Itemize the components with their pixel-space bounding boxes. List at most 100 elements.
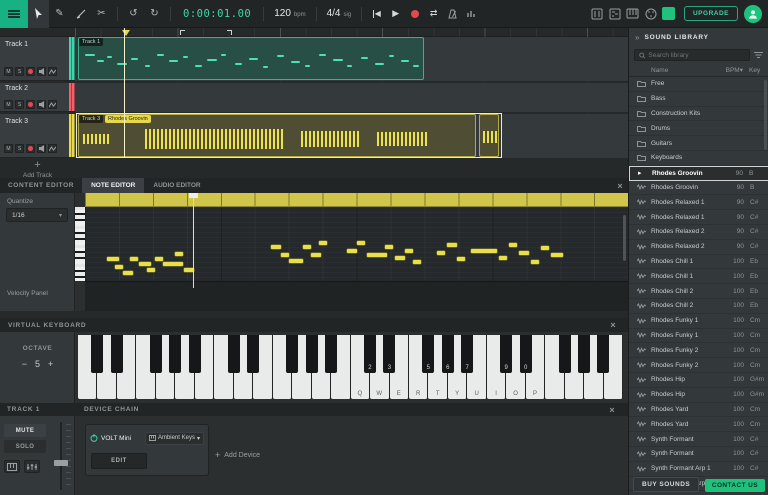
edit-device-button[interactable]: EDIT <box>91 453 147 469</box>
midi-note[interactable] <box>395 256 405 260</box>
piano-roll-keys[interactable] <box>75 207 85 281</box>
track-arm-button[interactable] <box>26 144 35 153</box>
library-sample-row[interactable]: Rhodes Funky 1 100 Cm <box>629 329 768 344</box>
track-solo-button[interactable]: S <box>15 67 24 76</box>
lane-track2[interactable] <box>75 83 628 112</box>
midi-note[interactable] <box>207 59 217 61</box>
piano-key-black[interactable] <box>286 335 298 373</box>
library-sample-row[interactable]: Rhodes Chill 2 100 Eb <box>629 299 768 314</box>
octave-down-button[interactable]: − <box>22 359 27 369</box>
library-sample-row[interactable]: Rhodes Yard 100 Cm <box>629 417 768 432</box>
track-monitor-button[interactable] <box>37 67 46 76</box>
track-header-2[interactable]: Track 2 M S <box>0 83 75 112</box>
midi-note[interactable] <box>281 253 289 257</box>
midi-note[interactable] <box>139 262 151 266</box>
library-sample-row[interactable]: Rhodes Relaxed 2 90 C# <box>629 225 768 240</box>
library-scrollbar[interactable] <box>764 80 767 150</box>
track-automation-button[interactable] <box>48 67 57 76</box>
track-automation-button[interactable] <box>48 144 57 153</box>
midi-note[interactable] <box>471 249 497 253</box>
piano-roll-ruler[interactable] <box>85 193 628 207</box>
fx-panel-button[interactable] <box>24 460 40 473</box>
midi-note[interactable] <box>357 241 365 245</box>
piano-roll[interactable] <box>75 193 628 311</box>
piano-key-black[interactable]: 6 <box>442 335 454 373</box>
loop-end-marker[interactable] <box>227 30 232 35</box>
play-icon[interactable]: ▸ <box>638 169 652 177</box>
midi-note[interactable] <box>367 253 387 257</box>
piano-key-black[interactable] <box>189 335 201 373</box>
editor-playhead-handle[interactable] <box>189 193 198 198</box>
library-folder-row[interactable]: Bass <box>629 92 768 107</box>
midi-note[interactable] <box>117 63 127 65</box>
midi-note[interactable] <box>131 58 138 60</box>
playhead[interactable] <box>124 28 125 158</box>
library-sample-row[interactable]: Synth Formant 100 C# <box>629 432 768 447</box>
editor-scrollbar[interactable] <box>623 215 626 261</box>
virtual-keyboard-button[interactable] <box>624 3 642 25</box>
midi-note[interactable] <box>319 241 327 245</box>
quantize-dropdown[interactable]: 1/16 ▾ <box>6 208 68 222</box>
library-folder-row[interactable]: Keyboards <box>629 151 768 166</box>
arrangement-ruler[interactable] <box>0 28 628 37</box>
library-sample-row-selected[interactable]: ▸ Rhodes Groovin 90 B <box>629 166 768 181</box>
piano-key-black[interactable]: 9 <box>500 335 512 373</box>
tab-audio-editor[interactable]: AUDIO EDITOR <box>144 178 209 193</box>
midi-note[interactable] <box>157 54 164 56</box>
metronome-button[interactable] <box>443 0 462 28</box>
library-folder-row[interactable]: Construction Kits <box>629 107 768 122</box>
library-sample-row[interactable]: Rhodes Chill 1 100 Eb <box>629 269 768 284</box>
mute-button[interactable]: MUTE <box>4 424 46 437</box>
library-sample-row[interactable]: Synth Formant Arp 1 100 C# <box>629 462 768 477</box>
library-sample-row[interactable]: Rhodes Yard 100 Cm <box>629 403 768 418</box>
midi-note[interactable] <box>509 243 517 247</box>
library-sample-row[interactable]: Rhodes Relaxed 2 90 C# <box>629 240 768 255</box>
mixer-panel-button[interactable] <box>588 3 606 25</box>
midi-note[interactable] <box>155 257 163 261</box>
library-sample-row[interactable]: Rhodes Relaxed 1 90 C# <box>629 210 768 225</box>
solo-button[interactable]: SOLO <box>4 440 46 453</box>
midi-note[interactable] <box>163 262 183 266</box>
menu-button[interactable] <box>0 0 28 28</box>
midi-note[interactable] <box>375 63 384 65</box>
track-arm-button[interactable] <box>26 100 35 109</box>
pencil-tool-button[interactable]: ✎ <box>49 0 70 28</box>
column-key[interactable]: Key <box>743 67 763 74</box>
tempo-control[interactable]: 120 bpm <box>274 8 305 19</box>
midi-note[interactable] <box>145 65 150 67</box>
volume-fader[interactable] <box>52 422 72 490</box>
midi-note[interactable] <box>551 253 563 257</box>
library-sample-row[interactable]: Rhodes Relaxed 1 90 C# <box>629 195 768 210</box>
midi-note[interactable] <box>271 245 281 249</box>
midi-note[interactable] <box>333 59 343 61</box>
midi-note[interactable] <box>183 56 188 58</box>
record-button[interactable] <box>405 0 424 28</box>
library-sample-row[interactable]: Rhodes Hip 100 G#m <box>629 373 768 388</box>
library-sample-row[interactable]: Rhodes Chill 1 100 Eb <box>629 255 768 270</box>
close-virtual-keyboard-button[interactable]: × <box>606 320 620 330</box>
column-bpm[interactable]: BPM▾ <box>719 66 743 74</box>
midi-note[interactable] <box>195 65 202 67</box>
piano-key-black[interactable] <box>169 335 181 373</box>
midi-note[interactable] <box>401 60 409 62</box>
midi-note[interactable] <box>291 61 300 63</box>
track-solo-button[interactable]: S <box>15 144 24 153</box>
piano-key-black[interactable] <box>578 335 590 373</box>
piano-key-black[interactable] <box>559 335 571 373</box>
piano-key-black[interactable]: 2 <box>364 335 376 373</box>
velocity-lane[interactable] <box>85 281 628 311</box>
search-box[interactable] <box>634 49 750 61</box>
buy-sounds-button[interactable]: BUY SOUNDS <box>633 477 699 492</box>
track-solo-button[interactable]: S <box>15 100 24 109</box>
midi-note[interactable] <box>277 55 284 57</box>
piano-key-black[interactable] <box>597 335 609 373</box>
lane-track1[interactable]: Track 1 <box>75 37 628 81</box>
cursor-tool-button[interactable] <box>28 0 49 28</box>
octave-up-button[interactable]: + <box>48 359 53 369</box>
midi-note[interactable] <box>531 260 539 264</box>
lane-track3[interactable]: Track 3 Rhodes Groovin <box>75 114 628 158</box>
undo-button[interactable]: ↺ <box>123 0 144 28</box>
midi-note[interactable] <box>519 251 529 255</box>
tab-note-editor[interactable]: NOTE EDITOR <box>82 178 144 193</box>
midi-note[interactable] <box>130 257 138 261</box>
